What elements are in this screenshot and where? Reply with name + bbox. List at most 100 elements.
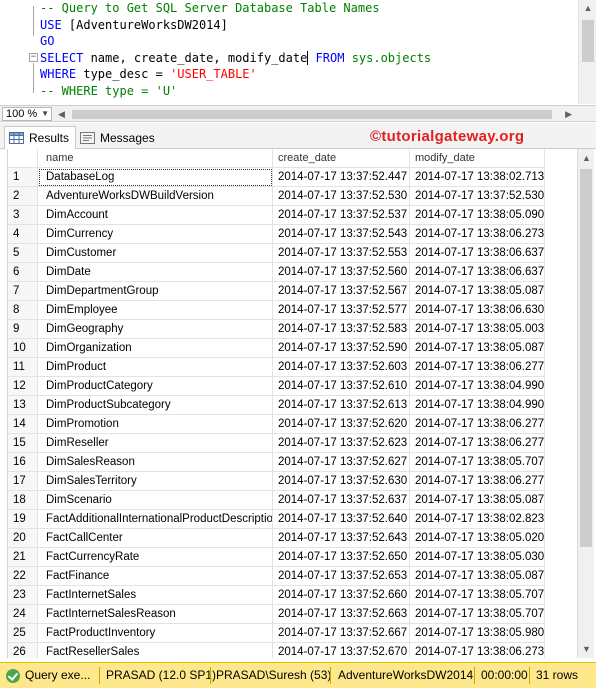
code-line[interactable]: -- Query to Get SQL Server Database Tabl… — [40, 0, 570, 17]
table-cell[interactable]: 2014-07-17 13:37:52.567 — [273, 282, 410, 301]
horizontal-scrollbar-thumb[interactable] — [72, 110, 552, 119]
table-cell[interactable]: 2014-07-17 13:38:06.630 — [410, 301, 545, 320]
table-cell[interactable]: FactCurrencyRate — [38, 548, 273, 567]
row-number[interactable]: 13 — [8, 396, 38, 415]
table-cell[interactable]: 2014-07-17 13:37:52.660 — [273, 586, 410, 605]
fold-toggle-icon[interactable]: − — [29, 53, 38, 62]
table-cell[interactable]: AdventureWorksDWBuildVersion — [38, 187, 273, 206]
table-cell[interactable]: 2014-07-17 13:37:52.583 — [273, 320, 410, 339]
table-cell[interactable]: 2014-07-17 13:37:52.553 — [273, 244, 410, 263]
table-cell[interactable]: 2014-07-17 13:38:05.707 — [410, 605, 545, 624]
code-area[interactable]: -- Query to Get SQL Server Database Tabl… — [40, 0, 570, 99]
row-number[interactable]: 15 — [8, 434, 38, 453]
table-cell[interactable]: DimProduct — [38, 358, 273, 377]
table-cell[interactable]: 2014-07-17 13:37:52.537 — [273, 206, 410, 225]
table-row[interactable]: 19 FactAdditionalInternationalProductDesc… — [8, 510, 577, 529]
table-row[interactable]: 10 DimOrganization 2014-07-17 13:37:52.590… — [8, 339, 577, 358]
table-cell[interactable]: DimPromotion — [38, 415, 273, 434]
row-number[interactable]: 9 — [8, 320, 38, 339]
table-cell[interactable]: 2014-07-17 13:37:52.613 — [273, 396, 410, 415]
zoom-select[interactable]: 100 % ▼ — [2, 107, 52, 121]
table-cell[interactable]: DatabaseLog — [38, 168, 273, 187]
table-cell[interactable]: FactFinance — [38, 567, 273, 586]
table-cell[interactable]: DimDepartmentGroup — [38, 282, 273, 301]
row-number[interactable]: 12 — [8, 377, 38, 396]
table-cell[interactable]: 2014-07-17 13:37:52.620 — [273, 415, 410, 434]
table-cell[interactable]: 2014-07-17 13:37:52.627 — [273, 453, 410, 472]
table-cell[interactable]: FactInternetSalesReason — [38, 605, 273, 624]
scroll-up-arrow-icon[interactable]: ▲ — [581, 153, 592, 163]
table-cell[interactable]: DimDate — [38, 263, 273, 282]
grid-corner[interactable] — [8, 149, 38, 168]
row-number[interactable]: 23 — [8, 586, 38, 605]
table-row[interactable]: 13 DimProductSubcategory 2014-07-17 13:37:… — [8, 396, 577, 415]
table-cell[interactable]: 2014-07-17 13:38:05.707 — [410, 453, 545, 472]
table-cell[interactable]: DimOrganization — [38, 339, 273, 358]
table-cell[interactable]: 2014-07-17 13:37:52.643 — [273, 529, 410, 548]
table-cell[interactable]: 2014-07-17 13:37:52.630 — [273, 472, 410, 491]
scroll-left-arrow-icon[interactable]: ◀ — [58, 109, 65, 120]
table-row[interactable]: 21 FactCurrencyRate 2014-07-17 13:37:52.65… — [8, 548, 577, 567]
table-cell[interactable]: FactInternetSales — [38, 586, 273, 605]
row-number[interactable]: 6 — [8, 263, 38, 282]
table-row[interactable]: 24 FactInternetSalesReason 2014-07-17 13:3… — [8, 605, 577, 624]
table-cell[interactable]: 2014-07-17 13:37:52.650 — [273, 548, 410, 567]
table-cell[interactable]: 2014-07-17 13:37:52.530 — [273, 187, 410, 206]
query-editor[interactable]: − -- Query to Get SQL Server Database Ta… — [0, 0, 596, 106]
table-row[interactable]: 23 FactInternetSales 2014-07-17 13:37:52.6… — [8, 586, 577, 605]
code-line[interactable]: SELECT name, create_date, modify_date FR… — [40, 50, 570, 67]
row-number[interactable]: 8 — [8, 301, 38, 320]
tab-messages[interactable]: Messages — [76, 126, 161, 149]
table-cell[interactable]: DimAccount — [38, 206, 273, 225]
table-row[interactable]: 15 DimReseller 2014-07-17 13:37:52.623 2014… — [8, 434, 577, 453]
code-line[interactable]: USE [AdventureWorksDW2014] — [40, 17, 570, 34]
scrollbar-thumb[interactable] — [582, 20, 594, 62]
scroll-up-arrow-icon[interactable]: ▲ — [583, 4, 593, 13]
table-cell[interactable]: 2014-07-17 13:37:52.447 — [273, 168, 410, 187]
table-cell[interactable]: 2014-07-17 13:37:52.663 — [273, 605, 410, 624]
table-cell[interactable]: 2014-07-17 13:38:04.990 — [410, 396, 545, 415]
table-cell[interactable]: 2014-07-17 13:38:05.020 — [410, 529, 545, 548]
table-cell[interactable]: 2014-07-17 13:38:04.990 — [410, 377, 545, 396]
table-cell[interactable]: 2014-07-17 13:37:52.577 — [273, 301, 410, 320]
table-row[interactable]: 25 FactProductInventory 2014-07-17 13:37:5… — [8, 624, 577, 643]
table-row[interactable]: 8 DimEmployee 2014-07-17 13:37:52.577 2014-… — [8, 301, 577, 320]
table-cell[interactable]: 2014-07-17 13:37:52.590 — [273, 339, 410, 358]
table-row[interactable]: 22 FactFinance 2014-07-17 13:37:52.653 2014… — [8, 567, 577, 586]
row-number[interactable]: 19 — [8, 510, 38, 529]
table-cell[interactable]: 2014-07-17 13:38:06.637 — [410, 244, 545, 263]
table-cell[interactable]: 2014-07-17 13:38:06.273 — [410, 225, 545, 244]
table-row[interactable]: 26 FactResellerSales 2014-07-17 13:37:52.6… — [8, 643, 577, 658]
table-cell[interactable]: DimCurrency — [38, 225, 273, 244]
table-cell[interactable]: 2014-07-17 13:38:02.713 — [410, 168, 545, 187]
table-cell[interactable]: 2014-07-17 13:38:06.277 — [410, 434, 545, 453]
editor-vertical-scrollbar[interactable]: ▲ — [578, 0, 596, 104]
table-cell[interactable]: FactCallCenter — [38, 529, 273, 548]
scroll-right-arrow-icon[interactable]: ▶ — [565, 109, 572, 120]
column-header[interactable]: create_date — [273, 149, 410, 168]
grid-vertical-scrollbar[interactable]: ▲ ▼ — [577, 149, 594, 658]
row-number[interactable]: 20 — [8, 529, 38, 548]
row-number[interactable]: 22 — [8, 567, 38, 586]
row-number[interactable]: 17 — [8, 472, 38, 491]
table-cell[interactable]: 2014-07-17 13:38:05.087 — [410, 491, 545, 510]
row-number[interactable]: 3 — [8, 206, 38, 225]
table-cell[interactable]: 2014-07-17 13:38:05.030 — [410, 548, 545, 567]
table-row[interactable]: 16 DimSalesReason 2014-07-17 13:37:52.627 2… — [8, 453, 577, 472]
tab-results[interactable]: Results — [4, 126, 77, 150]
table-row[interactable]: 7 DimDepartmentGroup 2014-07-17 13:37:52.5… — [8, 282, 577, 301]
column-header[interactable]: modify_date — [410, 149, 545, 168]
row-number[interactable]: 11 — [8, 358, 38, 377]
table-cell[interactable]: FactResellerSales — [38, 643, 273, 658]
row-number[interactable]: 1 — [8, 168, 38, 187]
row-number[interactable]: 18 — [8, 491, 38, 510]
table-cell[interactable]: 2014-07-17 13:38:02.823 — [410, 510, 545, 529]
table-row[interactable]: 18 DimScenario 2014-07-17 13:37:52.637 2014… — [8, 491, 577, 510]
table-cell[interactable]: 2014-07-17 13:37:52.670 — [273, 643, 410, 658]
row-number[interactable]: 4 — [8, 225, 38, 244]
table-cell[interactable]: 2014-07-17 13:37:52.653 — [273, 567, 410, 586]
table-row[interactable]: 2 AdventureWorksDWBuildVersion 2014-07-17 … — [8, 187, 577, 206]
table-cell[interactable]: 2014-07-17 13:38:06.277 — [410, 472, 545, 491]
table-row[interactable]: 6 DimDate 2014-07-17 13:37:52.560 2014-07-1… — [8, 263, 577, 282]
table-cell[interactable]: 2014-07-17 13:38:05.090 — [410, 206, 545, 225]
